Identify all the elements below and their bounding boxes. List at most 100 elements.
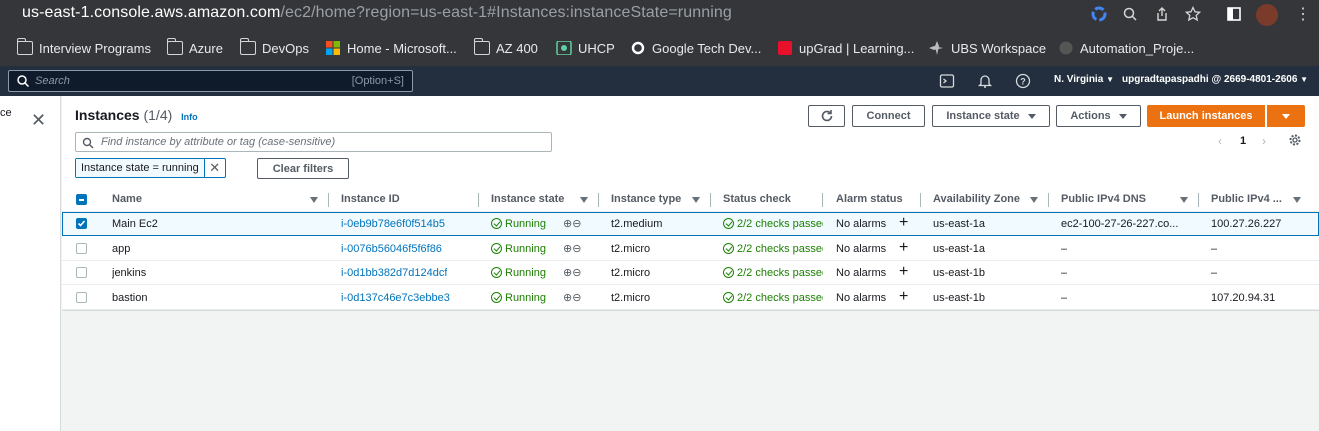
row-checkbox[interactable] (76, 292, 87, 303)
bookmark-uhcp[interactable]: UHCP (556, 38, 615, 58)
add-alarm-icon[interactable]: + (899, 288, 908, 306)
column-header-public-ipv4-dns[interactable]: Public IPv4 DNS (1061, 193, 1146, 205)
select-all-checkbox[interactable] (76, 194, 87, 205)
column-divider[interactable] (1048, 193, 1049, 207)
info-link[interactable]: Info (181, 112, 198, 122)
actions-button[interactable]: Actions (1056, 105, 1141, 127)
public-ip: – (1211, 243, 1218, 255)
column-header-instance-type[interactable]: Instance type (611, 193, 681, 205)
instance-id-link[interactable]: i-0d137c46e7c3ebbe3 (341, 292, 450, 304)
table-row[interactable]: Main Ec2 i-0eb9b78e6f0f514b5 Running ⊕⊖ … (62, 212, 1319, 236)
help-icon[interactable]: ? (1015, 73, 1031, 89)
column-divider[interactable] (822, 193, 823, 207)
cloudshell-icon[interactable] (939, 73, 955, 89)
column-divider[interactable] (328, 193, 329, 207)
search-placeholder: Search (35, 75, 70, 87)
page-number[interactable]: 1 (1240, 135, 1246, 147)
bookmark-ubs-workspace[interactable]: UBS Workspace (929, 38, 1046, 58)
column-divider[interactable] (1198, 193, 1199, 207)
profile-avatar[interactable] (1256, 4, 1278, 26)
sort-icon[interactable] (1030, 197, 1038, 203)
instance-id-link[interactable]: i-0eb9b78e6f0f514b5 (341, 218, 445, 230)
menu-dots-icon[interactable]: ⋮ (1294, 6, 1312, 24)
sidebar-icon[interactable] (1225, 6, 1243, 24)
bookmark-home-microsoft[interactable]: Home - Microsoft... (325, 38, 457, 58)
column-divider[interactable] (598, 193, 599, 207)
instance-state-button[interactable]: Instance state (932, 105, 1050, 127)
table-row[interactable]: app i-0076b56046f5f6f86 Running ⊕⊖ t2.mi… (62, 237, 1319, 261)
remove-filter-icon[interactable]: ✕ (205, 159, 225, 177)
instance-state-label: Instance state (946, 110, 1020, 122)
zoom-in-out-icon[interactable]: ⊕⊖ (563, 291, 581, 304)
url-host: us-east-1.console.aws.amazon.com (22, 4, 281, 21)
region-label: N. Virginia (1054, 74, 1104, 85)
page-title: Instances (1/4) Info (75, 107, 198, 123)
check-passed-icon (723, 218, 734, 229)
settings-gear-icon[interactable] (1288, 133, 1302, 150)
bookmark-az400[interactable]: AZ 400 (473, 38, 538, 58)
zoom-in-out-icon[interactable]: ⊕⊖ (563, 242, 581, 255)
star-icon[interactable] (1184, 5, 1202, 24)
address-bar[interactable]: us-east-1.console.aws.amazon.com/ec2/hom… (0, 0, 1319, 30)
column-divider[interactable] (478, 193, 479, 207)
zoom-icon[interactable] (1121, 6, 1139, 24)
zoom-in-out-icon[interactable]: ⊕⊖ (563, 217, 581, 230)
column-header-public-ipv4[interactable]: Public IPv4 ... (1211, 193, 1282, 205)
bookmark-automation-project[interactable]: Automation_Proje... (1058, 38, 1194, 58)
close-icon[interactable]: ✕ (31, 110, 46, 131)
side-nav-truncated-label[interactable]: ce (0, 107, 12, 119)
selection-count: (1/4) (143, 107, 173, 123)
column-header-instance-id[interactable]: Instance ID (341, 193, 400, 205)
share-icon[interactable] (1153, 6, 1171, 24)
search-icon (82, 136, 94, 149)
column-divider[interactable] (710, 193, 711, 207)
sort-icon[interactable] (1293, 197, 1301, 203)
caret-down-icon (1027, 113, 1036, 119)
public-dns: – (1061, 292, 1068, 304)
column-header-instance-state[interactable]: Instance state (491, 193, 564, 205)
add-alarm-icon[interactable]: + (899, 239, 908, 257)
bookmark-google-tech-dev[interactable]: Google Tech Dev... (630, 38, 761, 58)
instance-id-link[interactable]: i-0076b56046f5f6f86 (341, 243, 442, 255)
row-checkbox[interactable] (76, 243, 87, 254)
bookmark-upgrad[interactable]: upGrad | Learning... (777, 38, 914, 58)
instance-state: Running (491, 218, 546, 230)
sort-icon[interactable] (692, 197, 700, 203)
url-text[interactable]: us-east-1.console.aws.amazon.com/ec2/hom… (22, 4, 732, 22)
account-menu[interactable]: upgradtapaspadhi @ 2669-4801-2606 ▼ (1122, 74, 1308, 85)
column-header-availability-zone[interactable]: Availability Zone (933, 193, 1020, 205)
notifications-bell-icon[interactable] (977, 73, 993, 89)
refresh-button[interactable] (808, 105, 845, 127)
add-alarm-icon[interactable]: + (899, 214, 908, 232)
add-alarm-icon[interactable]: + (899, 263, 908, 281)
column-header-status-check[interactable]: Status check (723, 193, 791, 205)
bookmark-azure[interactable]: Azure (166, 38, 223, 58)
aws-search-input[interactable]: Search [Option+S] (8, 70, 413, 92)
zoom-in-out-icon[interactable]: ⊕⊖ (563, 266, 581, 279)
table-row[interactable]: bastion i-0d137c46e7c3ebbe3 Running ⊕⊖ t… (62, 286, 1319, 310)
clear-filters-button[interactable]: Clear filters (257, 158, 349, 179)
sort-icon[interactable] (580, 197, 588, 203)
row-checkbox[interactable] (76, 218, 87, 229)
region-selector[interactable]: N. Virginia ▼ (1054, 74, 1114, 85)
instance-state: Running (491, 292, 546, 304)
bookmark-interview-programs[interactable]: Interview Programs (16, 38, 151, 58)
sort-icon[interactable] (310, 197, 318, 203)
table-row[interactable]: jenkins i-0d1bb382d7d124dcf Running ⊕⊖ t… (62, 261, 1319, 285)
google-icon[interactable] (1090, 6, 1108, 24)
next-page-icon[interactable]: › (1262, 134, 1266, 148)
filter-token-label[interactable]: Instance state = running (76, 159, 205, 177)
sort-icon[interactable] (1180, 197, 1188, 203)
launch-dropdown-button[interactable] (1267, 105, 1305, 127)
column-header-name[interactable]: Name (112, 193, 142, 205)
bookmark-devops[interactable]: DevOps (239, 38, 309, 58)
instance-search-input[interactable]: Find instance by attribute or tag (case-… (75, 132, 552, 152)
launch-instances-button[interactable]: Launch instances (1147, 105, 1265, 127)
row-checkbox[interactable] (76, 267, 87, 278)
connect-button[interactable]: Connect (852, 105, 925, 127)
column-header-alarm-status[interactable]: Alarm status (836, 193, 903, 205)
previous-page-icon[interactable]: ‹ (1218, 134, 1222, 148)
running-check-icon (491, 218, 502, 229)
instance-id-link[interactable]: i-0d1bb382d7d124dcf (341, 267, 447, 279)
column-divider[interactable] (920, 193, 921, 207)
